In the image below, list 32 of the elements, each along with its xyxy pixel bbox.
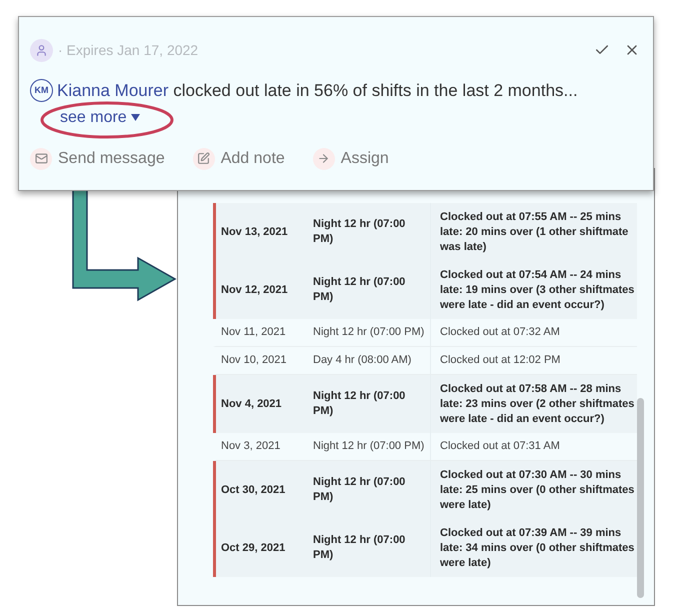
shift-cell-text: Night 12 hr (07:00 PM) [313,217,406,247]
date-cell-text: Nov 13, 2021 [220,224,289,240]
shift-cell-text: Night 12 hr (07:00 PM) [313,439,426,454]
date-cell-text: Nov 4, 2021 [220,396,283,412]
arrow-right-icon [312,148,335,170]
shift-cell-text: Night 12 hr (07:00 PM) [313,325,426,340]
detail-cell: Clocked out at 12:02 PM [430,347,637,374]
caret-icon [130,114,140,121]
shift-cell-text: Day 4 hr (08:00 AM) [313,353,412,368]
action-button[interactable]: Send message [30,146,165,170]
detail-cell: Clocked out at 07:54 AM -- 24 mins late: 19 mins over (3 other shiftmates were late - did an event occur?) [430,261,637,319]
notification-message: Kianna Mourer clocked out late in 56% of shifts in the last 2 months... [57,80,578,102]
action-button[interactable]: Add note [192,146,285,170]
shift-cell-text: Night 12 hr (07:00 PM) [313,533,406,563]
date-cell-text: Oct 29, 2021 [220,540,286,556]
user-name-link[interactable]: Kianna Mourer [57,81,169,100]
scrollbar-thumb[interactable] [637,398,644,598]
date-cell-text: Nov 11, 2021 [220,325,287,340]
avatar-icon [30,38,53,62]
detail-cell: Clocked out at 07:32 AM [430,319,637,346]
mail-icon [30,148,52,170]
date-cell-text: Nov 10, 2021 [220,353,288,368]
shift-cell-text: Night 12 hr (07:00 PM) [313,475,406,505]
expiry-date: · Expires Jan 17, 2022 [58,40,198,60]
shift-cell-text: Night 12 hr (07:00 PM) [313,275,406,305]
action-button[interactable]: Assign [312,146,389,170]
pencil-square-icon [192,148,215,170]
shift-cell-text: Night 12 hr (07:00 PM) [313,389,406,419]
date-cell-text: Oct 30, 2021 [220,482,286,498]
user-initials-avatar: KM [30,79,53,102]
date-cell-text: Nov 3, 2021 [220,439,282,454]
date-cell-text: Nov 12, 2021 [220,282,289,298]
